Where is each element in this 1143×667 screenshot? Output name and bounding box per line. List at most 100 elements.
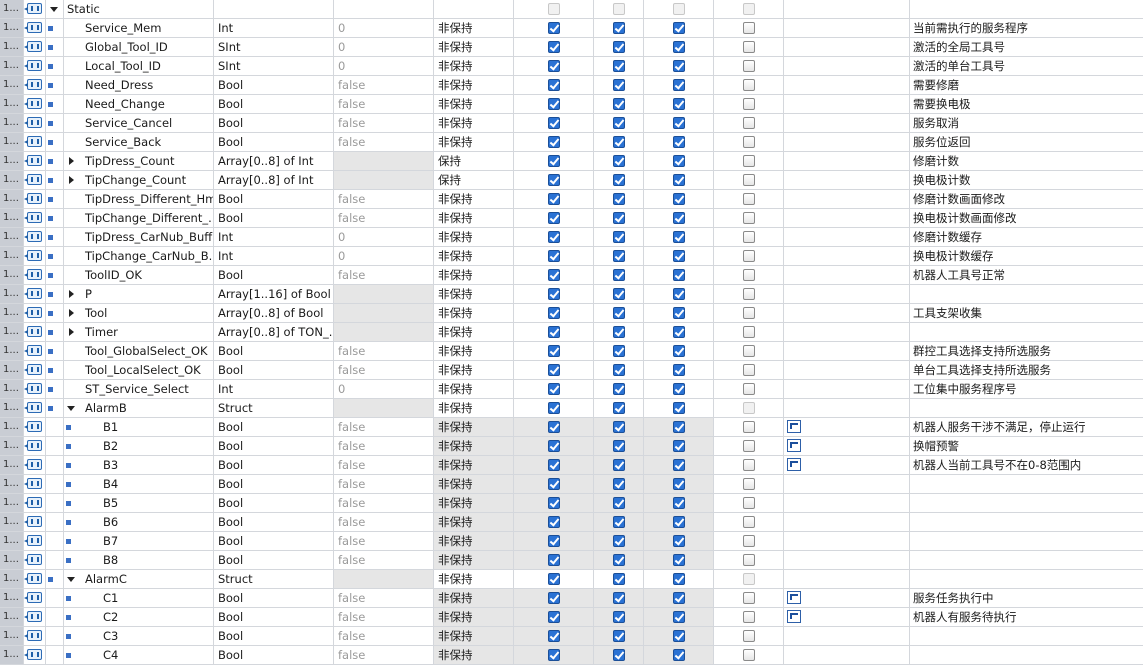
comment[interactable] <box>910 399 1143 417</box>
comment[interactable]: 换电极计数缓存 <box>910 247 1143 265</box>
row-number[interactable]: 1... <box>0 380 24 398</box>
table-row[interactable]: 1... Tool Array[0..8] of Bool 非保持 工具支架收集 <box>0 304 1143 323</box>
checkbox-checked[interactable] <box>612 269 625 281</box>
checkbox-unchecked[interactable] <box>742 41 755 53</box>
collapse-arrow-icon[interactable] <box>50 7 58 12</box>
table-row[interactable]: 1... AlarmC Struct 非保持 <box>0 570 1143 589</box>
data-type[interactable]: Bool <box>214 361 334 379</box>
data-type[interactable]: Bool <box>214 95 334 113</box>
checkbox-checked[interactable] <box>612 611 625 623</box>
default-value[interactable]: false <box>334 646 434 664</box>
retain-setting[interactable]: 非保持 <box>434 342 514 360</box>
checkbox-unchecked[interactable] <box>742 516 755 528</box>
checkbox-checked[interactable] <box>612 478 625 490</box>
checkbox-checked[interactable] <box>672 326 685 338</box>
checkbox-checked[interactable] <box>547 307 560 319</box>
expand-arrow-icon[interactable] <box>69 309 74 317</box>
retain-setting[interactable]: 非保持 <box>434 209 514 227</box>
comment[interactable] <box>910 532 1143 550</box>
variable-name[interactable]: Need_Change <box>64 95 214 113</box>
comment[interactable]: 激活的单台工具号 <box>910 57 1143 75</box>
data-type[interactable]: Bool <box>214 551 334 569</box>
variable-name[interactable]: AlarmC <box>64 570 214 588</box>
setpoint-icon[interactable] <box>787 420 801 433</box>
row-number[interactable]: 1... <box>0 494 24 512</box>
checkbox-checked[interactable] <box>672 554 685 566</box>
retain-setting[interactable]: 非保持 <box>434 76 514 94</box>
checkbox-checked[interactable] <box>547 193 560 205</box>
data-type[interactable]: Array[0..8] of Int <box>214 152 334 170</box>
comment[interactable]: 修磨计数画面修改 <box>910 190 1143 208</box>
row-number[interactable]: 1... <box>0 323 24 341</box>
default-value[interactable]: false <box>334 95 434 113</box>
section-name[interactable]: Static <box>64 0 214 18</box>
variable-name[interactable]: TipDress_Different_Hmi <box>64 190 214 208</box>
default-value[interactable]: false <box>334 456 434 474</box>
data-type[interactable]: Bool <box>214 76 334 94</box>
checkbox-checked[interactable] <box>547 649 560 661</box>
table-row[interactable]: 1... TipChange_CarNub_B... Int 0 非保持 换电极计数缓存 <box>0 247 1143 266</box>
comment[interactable] <box>910 475 1143 493</box>
retain-setting[interactable]: 非保持 <box>434 437 514 455</box>
row-number[interactable]: 1... <box>0 437 24 455</box>
retain-setting[interactable]: 非保持 <box>434 570 514 588</box>
comment[interactable]: 服务位返回 <box>910 133 1143 151</box>
comment[interactable]: 单台工具选择支持所选服务 <box>910 361 1143 379</box>
table-row[interactable]: 1... ST_Service_Select Int 0 非保持 工位集中服务程序号 <box>0 380 1143 399</box>
checkbox-checked[interactable] <box>547 117 560 129</box>
checkbox-unchecked[interactable] <box>742 554 755 566</box>
checkbox-checked[interactable] <box>547 269 560 281</box>
variable-name[interactable]: TipChange_Different_... <box>64 209 214 227</box>
checkbox-checked[interactable] <box>612 41 625 53</box>
row-number[interactable]: 1... <box>0 0 24 18</box>
checkbox-checked[interactable] <box>547 516 560 528</box>
checkbox-unchecked[interactable] <box>742 155 755 167</box>
default-value[interactable] <box>334 399 434 417</box>
checkbox-unchecked[interactable] <box>742 136 755 148</box>
checkbox-checked[interactable] <box>672 60 685 72</box>
row-number[interactable]: 1... <box>0 190 24 208</box>
row-number[interactable]: 1... <box>0 532 24 550</box>
retain-setting[interactable]: 非保持 <box>434 608 514 626</box>
checkbox-checked[interactable] <box>547 79 560 91</box>
checkbox-unchecked[interactable] <box>742 269 755 281</box>
table-row[interactable]: 1... Service_Back Bool false 非保持 服务位返回 <box>0 133 1143 152</box>
comment[interactable] <box>910 513 1143 531</box>
checkbox-checked[interactable] <box>547 41 560 53</box>
checkbox-checked[interactable] <box>672 535 685 547</box>
row-number[interactable]: 1... <box>0 285 24 303</box>
row-number[interactable]: 1... <box>0 38 24 56</box>
default-value[interactable]: false <box>334 190 434 208</box>
checkbox-checked[interactable] <box>612 535 625 547</box>
expand-arrow-icon[interactable] <box>69 176 74 184</box>
checkbox-checked[interactable] <box>672 98 685 110</box>
checkbox-unchecked[interactable] <box>742 174 755 186</box>
row-number[interactable]: 1... <box>0 399 24 417</box>
table-row[interactable]: 1... TipDress_CarNub_Buff... Int 0 非保持 修磨计数缓存 <box>0 228 1143 247</box>
checkbox-unchecked[interactable] <box>742 364 755 376</box>
table-row[interactable]: 1... AlarmB Struct 非保持 <box>0 399 1143 418</box>
section-row-static[interactable]: 1... Static <box>0 0 1143 19</box>
retain-setting[interactable]: 非保持 <box>434 57 514 75</box>
comment[interactable]: 需要修磨 <box>910 76 1143 94</box>
variable-name[interactable]: P <box>64 285 214 303</box>
checkbox-checked[interactable] <box>672 497 685 509</box>
checkbox-checked[interactable] <box>547 440 560 452</box>
comment[interactable] <box>910 285 1143 303</box>
checkbox-checked[interactable] <box>612 60 625 72</box>
row-number[interactable]: 1... <box>0 551 24 569</box>
comment[interactable]: 机器人当前工具号不在0-8范围内 <box>910 456 1143 474</box>
checkbox-checked[interactable] <box>547 497 560 509</box>
retain-setting[interactable]: 非保持 <box>434 323 514 341</box>
default-value[interactable]: false <box>334 551 434 569</box>
default-value[interactable]: false <box>334 608 434 626</box>
checkbox-checked[interactable] <box>672 136 685 148</box>
variable-name[interactable]: Service_Back <box>64 133 214 151</box>
setpoint-icon[interactable] <box>787 610 801 623</box>
checkbox-unchecked[interactable] <box>742 117 755 129</box>
comment[interactable]: 工位集中服务程序号 <box>910 380 1143 398</box>
variable-name[interactable]: Tool_LocalSelect_OK <box>64 361 214 379</box>
checkbox-checked[interactable] <box>672 231 685 243</box>
row-number[interactable]: 1... <box>0 76 24 94</box>
comment[interactable]: 换帽预警 <box>910 437 1143 455</box>
